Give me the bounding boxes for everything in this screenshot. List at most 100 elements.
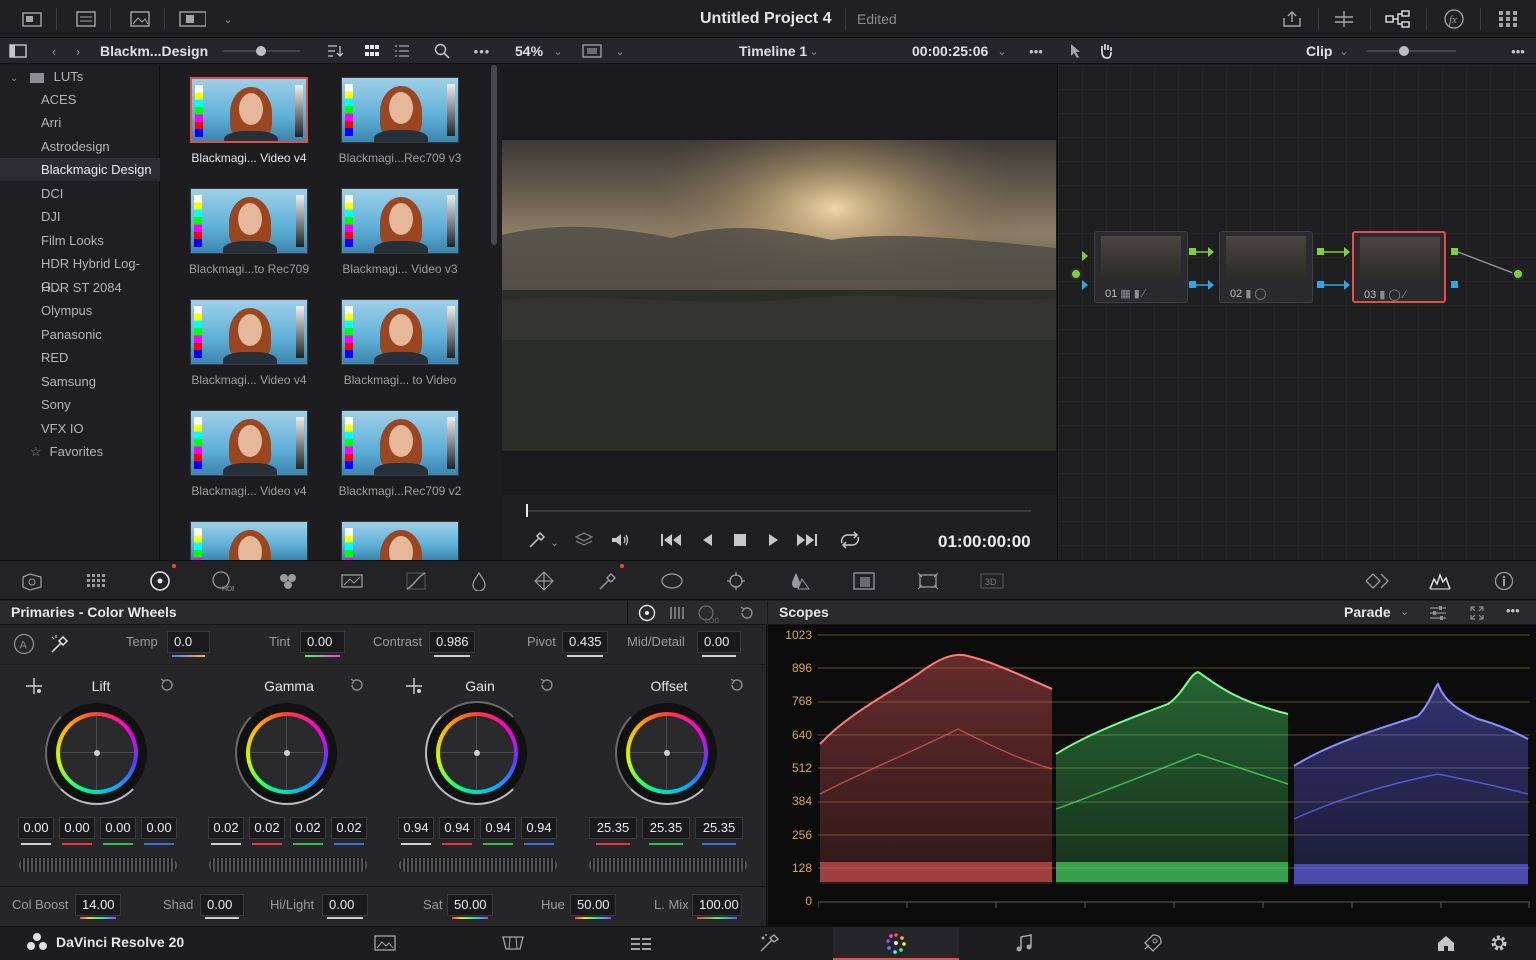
offset-reset-icon[interactable] [729,677,745,693]
tree-item-astrodesign[interactable]: Astrodesign [0,135,160,158]
home-icon[interactable] [1434,932,1458,954]
go-to-start-icon[interactable] [660,531,682,549]
tree-item-dci[interactable]: DCI [0,182,160,205]
tree-item-olympus[interactable]: Olympus [0,299,160,322]
gain-b-value[interactable]: 0.94 [521,817,557,839]
lift-g-value[interactable]: 0.00 [100,817,136,839]
scrollbar[interactable] [491,65,497,245]
gallery-icon[interactable] [126,7,154,31]
color-page-icon[interactable] [884,932,908,954]
lift-r-value[interactable]: 0.00 [59,817,95,839]
lut-thumbnail[interactable] [341,77,459,143]
keyframes-icon[interactable] [1366,570,1390,592]
chevron-down-icon[interactable]: ⌄ [1400,603,1409,618]
lut-thumbnail[interactable] [341,299,459,365]
loop-icon[interactable] [838,531,862,549]
tree-item-arri[interactable]: Arri [0,111,160,134]
node-02[interactable]: 02 ▮ ◯ [1219,231,1313,303]
tree-item-favorites[interactable]: ☆ Favorites [0,440,160,463]
more-options-icon[interactable]: ••• [468,39,496,63]
chevron-down-icon[interactable]: ⌄ [988,39,1016,63]
offset-g-value[interactable]: 25.35 [642,817,690,839]
edit-page-icon[interactable] [629,932,653,954]
tree-item-hdr-st-2084[interactable]: HDR ST 2084 [0,276,160,299]
node-editor[interactable] [1057,65,1536,560]
tree-item-panasonic[interactable]: Panasonic [0,323,160,346]
shad-field[interactable]: 0.00 [200,894,244,916]
gamma-r-value[interactable]: 0.02 [249,817,285,839]
temp-field[interactable]: 0.0 [167,631,210,653]
magic-mask-icon[interactable] [788,570,812,592]
tree-root-luts[interactable]: ⌄ LUTs [0,65,160,88]
list-view-icon[interactable] [388,39,416,63]
node-mode-selector[interactable]: Clip [1306,43,1332,59]
chevron-down-icon[interactable]: ⌄ [550,534,559,549]
bars-mode-icon[interactable] [668,605,686,621]
stop-icon[interactable] [732,531,748,549]
pointer-tool-icon[interactable] [1062,39,1090,63]
sidebar-toggle-icon[interactable] [4,39,32,63]
chevron-down-icon[interactable]: ⌄ [1330,39,1358,63]
gain-master-wheel[interactable] [399,858,557,872]
viewer-options-icon[interactable]: ••• [1022,39,1050,63]
play-reverse-icon[interactable] [700,531,714,549]
tree-item-film-looks[interactable]: Film Looks [0,229,160,252]
scope-settings-icon[interactable] [1429,605,1447,621]
volume-icon[interactable] [610,531,630,549]
lift-b-value[interactable]: 0.00 [141,817,177,839]
node-options-icon[interactable]: ••• [1504,39,1532,63]
gamma-reset-icon[interactable] [349,677,365,693]
lut-browser-icon[interactable] [178,7,206,31]
hue-field[interactable]: 50.00 [570,894,616,916]
viewer-mode-icon[interactable] [578,39,606,63]
colboost-field[interactable]: 14.00 [75,894,121,916]
lift-master-wheel[interactable] [19,858,177,872]
tree-item-aces[interactable]: ACES [0,88,160,111]
log-mode-icon[interactable]: LOG [697,604,719,624]
hilight-field[interactable]: 0.00 [322,894,368,916]
fairlight-page-icon[interactable] [1012,932,1036,954]
pivot-field[interactable]: 0.435 [562,631,608,653]
forward-icon[interactable]: › [64,39,92,63]
gamma-wheel[interactable] [235,701,339,805]
node-03[interactable]: 03 ▮ ◯ ∕ [1352,231,1446,303]
timeline-icon[interactable] [1330,7,1358,31]
offset-r-value[interactable]: 25.35 [589,817,637,839]
settings-gear-icon[interactable] [1487,932,1511,954]
grid-view-icon[interactable] [358,39,386,63]
go-to-end-icon[interactable] [796,531,818,549]
gamma-y-value[interactable]: 0.02 [208,817,244,839]
3d-icon[interactable]: 3D [980,570,1004,592]
lut-thumbnail[interactable] [190,299,308,365]
zoom-level[interactable]: 54% [515,43,543,59]
power-window-icon[interactable] [660,570,684,592]
gain-reset-icon[interactable] [539,677,555,693]
viewer-frame[interactable] [502,140,1056,451]
eyedropper-icon[interactable] [528,531,546,549]
sort-icon[interactable] [320,39,348,63]
thumbnail-size-slider[interactable] [222,46,300,56]
nodes-icon[interactable] [1384,7,1412,31]
motion-effects-icon[interactable] [340,570,364,592]
lift-y-value[interactable]: 0.00 [18,817,54,839]
gamma-g-value[interactable]: 0.02 [290,817,326,839]
offset-wheel[interactable] [615,701,719,805]
deliver-page-icon[interactable] [1140,932,1164,954]
tree-item-red[interactable]: RED [0,346,160,369]
middetail-field[interactable]: 0.00 [697,631,741,653]
lut-thumbnail[interactable] [341,410,459,476]
expand-icon[interactable] [1469,605,1485,621]
chevron-down-icon[interactable]: ⌄ [214,7,242,31]
qualifier-icon[interactable] [532,570,556,592]
layers-icon[interactable] [575,531,593,549]
lut-thumbnail[interactable] [190,521,308,560]
media-page-icon[interactable] [373,932,397,954]
tree-item-sony[interactable]: Sony [0,393,160,416]
gain-g-value[interactable]: 0.94 [480,817,516,839]
sat-field[interactable]: 50.00 [447,894,493,916]
share-icon[interactable] [1278,7,1306,31]
scopes-icon[interactable] [1428,570,1452,592]
tree-item-hdr-hybrid-log[interactable]: HDR Hybrid Log-G... [0,252,160,294]
scope-options-icon[interactable]: ••• [1506,603,1520,618]
grid-menu-icon[interactable] [1494,7,1522,31]
